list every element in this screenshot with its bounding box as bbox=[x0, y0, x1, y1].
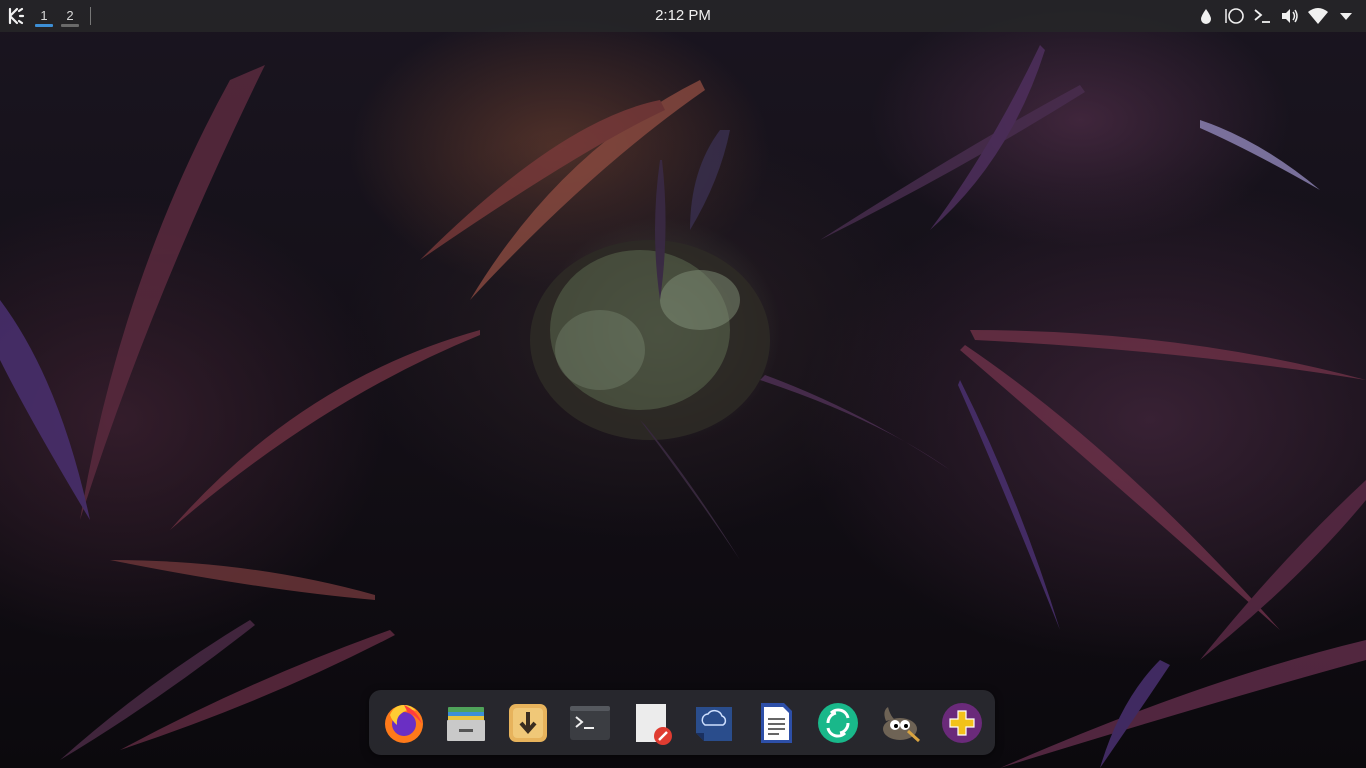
circle-icon[interactable] bbox=[1222, 4, 1246, 28]
add-app-icon[interactable] bbox=[940, 701, 984, 745]
system-tray bbox=[1190, 0, 1358, 32]
pager-desktop-2[interactable]: 2 bbox=[59, 0, 81, 32]
firefox-icon[interactable] bbox=[382, 701, 426, 745]
gimp-icon[interactable] bbox=[878, 701, 922, 745]
desktop-wallpaper bbox=[0, 0, 1366, 768]
top-panel: 1 2 2:12 PM bbox=[0, 0, 1366, 32]
pager-desktop-1[interactable]: 1 bbox=[33, 0, 55, 32]
desktop-pager: 1 2 bbox=[33, 0, 85, 32]
kde-logo-icon[interactable] bbox=[6, 6, 26, 26]
chevron-down-icon[interactable] bbox=[1334, 4, 1358, 28]
document-viewer-icon[interactable] bbox=[754, 701, 798, 745]
text-editor-icon[interactable] bbox=[630, 701, 674, 745]
wallpaper-art bbox=[0, 45, 1366, 768]
volume-icon[interactable] bbox=[1278, 4, 1302, 28]
dock bbox=[369, 690, 995, 755]
clock[interactable]: 2:12 PM bbox=[633, 0, 733, 32]
terminal-prompt-icon[interactable] bbox=[1250, 4, 1274, 28]
file-manager-icon[interactable] bbox=[444, 701, 488, 745]
wifi-icon[interactable] bbox=[1306, 4, 1330, 28]
terminal-icon[interactable] bbox=[568, 701, 612, 745]
panel-separator bbox=[90, 7, 91, 25]
ink-drop-icon[interactable] bbox=[1194, 4, 1218, 28]
element-chat-icon[interactable] bbox=[816, 701, 860, 745]
download-manager-icon[interactable] bbox=[506, 701, 550, 745]
cloud-sync-icon[interactable] bbox=[692, 701, 736, 745]
